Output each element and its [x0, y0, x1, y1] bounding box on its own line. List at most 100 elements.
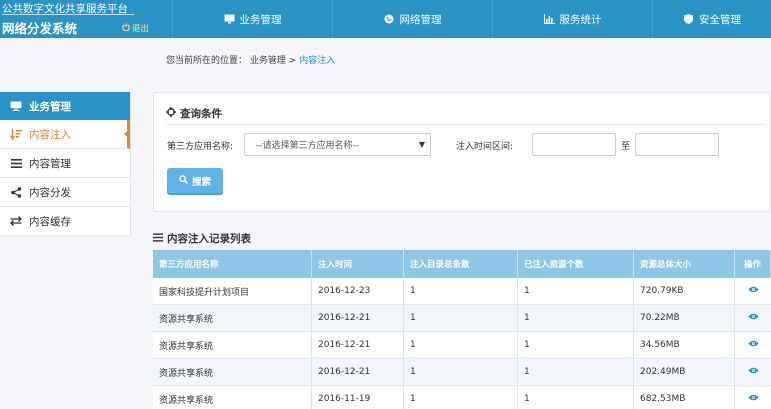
table-cell: 2016-12-21 [312, 359, 404, 385]
sidebar-item-content-cache[interactable]: 内容缓存 [0, 207, 130, 236]
sidebar-header-label: 业务管理 [29, 100, 71, 113]
globe-icon [384, 14, 395, 25]
query-title-label: 查询条件 [180, 108, 222, 120]
table-cell: 70.22MB [634, 305, 735, 331]
sidebar-item-label: 内容注入 [29, 128, 71, 141]
table-cell: 2016-12-23 [312, 278, 404, 304]
sidebar-item-content-inject[interactable]: 内容注入 [0, 120, 130, 149]
view-button[interactable] [735, 332, 771, 358]
caret-down-icon: ▼ [418, 140, 425, 149]
eye-icon [747, 339, 759, 351]
column-header[interactable]: 已注入资源个数 [518, 250, 634, 278]
bar-chart-icon [543, 14, 555, 25]
brand-title: 网络分发系统 [2, 21, 78, 36]
table-cell: 2016-12-21 [312, 332, 404, 358]
table-cell: 1 [404, 359, 518, 385]
exchange-icon [10, 215, 22, 227]
crosshair-icon [166, 107, 176, 120]
table-cell: 682.53MB [634, 386, 735, 409]
shield-icon [683, 14, 694, 25]
breadcrumb-level1[interactable]: 业务管理 [250, 56, 286, 66]
sidebar-item-content-distribute[interactable]: 内容分发 [0, 178, 130, 207]
sidebar-header: 业务管理 [0, 92, 130, 120]
table-cell: 资源共享系统 [153, 359, 312, 385]
column-header[interactable]: 注入时间 [312, 250, 404, 278]
app-name-select[interactable]: --请选择第三方应用名称-- ▼ [244, 133, 431, 156]
table-cell: 国家科技提升计划项目 [153, 278, 312, 304]
breadcrumb-prefix: 您当前所在的位置： [166, 56, 248, 66]
table-cell: 1 [518, 386, 634, 409]
list-icon [10, 157, 22, 169]
app-select-value: --请选择第三方应用名称-- [256, 141, 359, 151]
nav-item-statistics[interactable]: 服务统计 [492, 0, 652, 38]
sidebar-item-content-manage[interactable]: 内容管理 [0, 149, 130, 178]
eye-icon [747, 285, 759, 297]
table-cell: 1 [518, 332, 634, 358]
query-panel-title: 查询条件 [166, 106, 222, 121]
share-icon [10, 186, 22, 198]
sidebar-item-label: 内容分发 [29, 186, 71, 199]
nav-item-security[interactable]: 安全管理 [652, 0, 771, 38]
table-row[interactable]: 资源共享系统 2016-11-19 1 1 682.53MB [153, 386, 771, 409]
search-button[interactable]: 搜索 [167, 168, 223, 193]
divider [166, 124, 766, 125]
table-cell: 1 [518, 278, 634, 304]
start-date-input[interactable] [532, 133, 616, 156]
logout-button[interactable]: 退出 [122, 22, 149, 34]
to-label: 至 [621, 142, 631, 152]
table-cell: 资源共享系统 [153, 305, 312, 331]
breadcrumb-current: 内容注入 [299, 56, 336, 66]
eye-icon [747, 393, 759, 405]
table-cell: 资源共享系统 [153, 332, 312, 358]
nav-label: 服务统计 [559, 13, 602, 26]
nav-item-network[interactable]: 网络管理 [332, 0, 492, 38]
end-date-input[interactable] [635, 133, 719, 156]
table-cell: 资源共享系统 [153, 386, 312, 409]
search-label: 搜索 [191, 176, 211, 188]
table-row[interactable]: 资源共享系统 2016-12-21 1 1 34.56MB [153, 332, 771, 359]
table-cell: 202.49MB [634, 359, 735, 385]
table-cell: 1 [404, 386, 518, 409]
nav-item-business[interactable]: 业务管理 [172, 0, 332, 38]
list-title: 内容注入记录列表 [153, 231, 251, 246]
monitor-icon [10, 100, 22, 112]
table-cell: 2016-12-21 [312, 305, 404, 331]
column-header[interactable]: 资源总体大小 [634, 250, 735, 278]
logout-label: 退出 [132, 24, 150, 34]
record-table: 第三方应用名称 注入时间 注入目录总条数 已注入资源个数 资源总体大小 操作 国… [153, 250, 771, 409]
view-button[interactable] [735, 278, 771, 304]
table-row[interactable]: 国家科技提升计划项目 2016-12-23 1 1 720.79KB [153, 278, 771, 305]
sort-icon [10, 128, 22, 140]
table-row[interactable]: 资源共享系统 2016-12-21 1 1 202.49MB [153, 359, 771, 386]
top-bar: 公共数字文化共享服务平台 网络分发系统 退出 业务管理 网络管理 服务统计 安全… [0, 0, 771, 38]
view-button[interactable] [735, 386, 771, 409]
eye-icon [747, 312, 759, 324]
power-icon [122, 22, 130, 34]
table-cell: 2016-11-19 [312, 386, 404, 409]
table-header: 第三方应用名称 注入时间 注入目录总条数 已注入资源个数 资源总体大小 操作 [153, 250, 771, 278]
eye-icon [747, 366, 759, 378]
brand: 公共数字文化共享服务平台 网络分发系统 退出 [0, 0, 172, 38]
monitor-icon [224, 14, 235, 25]
view-button[interactable] [735, 359, 771, 385]
table-cell: 1 [404, 332, 518, 358]
table-cell: 720.79KB [634, 278, 735, 304]
table-cell: 34.56MB [634, 332, 735, 358]
sidebar-item-label: 内容管理 [29, 157, 71, 170]
brand-divider [2, 14, 134, 15]
search-icon [179, 174, 188, 187]
breadcrumb: 您当前所在的位置： 业务管理 > 内容注入 [166, 53, 335, 66]
sidebar: 业务管理 内容注入 内容管理 内容分发 内容缓存 [0, 92, 131, 236]
table-cell: 1 [518, 305, 634, 331]
list-title-label: 内容注入记录列表 [167, 233, 251, 245]
table-row[interactable]: 资源共享系统 2016-12-21 1 1 70.22MB [153, 305, 771, 332]
column-header[interactable]: 注入目录总条数 [404, 250, 518, 278]
nav-label: 安全管理 [699, 13, 741, 26]
app-name-label: 第三方应用名称: [167, 142, 234, 152]
table-cell: 1 [518, 359, 634, 385]
table-cell: 1 [404, 305, 518, 331]
view-button[interactable] [735, 305, 771, 331]
table-body: 国家科技提升计划项目 2016-12-23 1 1 720.79KB 资源共享系统 2016… [153, 278, 771, 409]
nav-label: 网络管理 [399, 13, 442, 26]
column-header[interactable]: 第三方应用名称 [153, 250, 312, 278]
